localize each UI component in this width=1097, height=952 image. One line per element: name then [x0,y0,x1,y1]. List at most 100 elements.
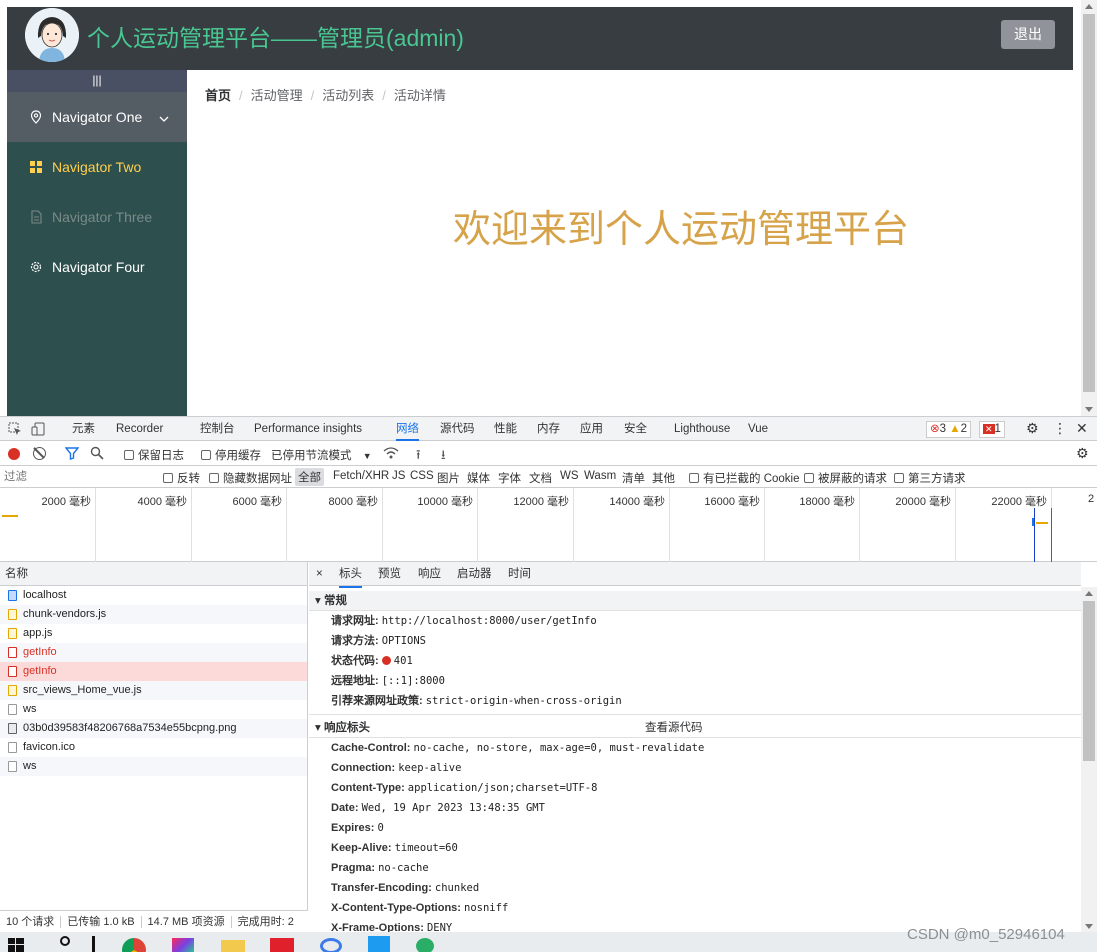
issues-badge[interactable]: ✕ 1 [979,421,1005,438]
task-view-icon[interactable] [92,936,95,952]
disable-cache-checkbox[interactable]: 停用缓存 [201,447,261,463]
type-filter-css[interactable]: CSS [410,470,434,482]
blocked-requests-checkbox[interactable]: 被屏蔽的请求 [804,470,887,486]
intellij-icon[interactable] [172,938,194,952]
tab-performance-insights[interactable]: Performance insights [254,417,362,441]
type-filter-fetch-xhr[interactable]: Fetch/XHR [333,470,389,482]
search-icon[interactable] [60,936,70,946]
preserve-log-checkbox[interactable]: 保留日志 [124,447,184,463]
request-row[interactable]: favicon.ico [0,738,307,757]
tab-vue[interactable]: Vue [748,417,768,441]
tab-network[interactable]: 网络 [396,417,419,441]
type-filter-images[interactable]: 图片 [437,470,460,486]
request-row[interactable]: ws [0,700,307,719]
view-source-link[interactable]: 查看源代码 [645,718,703,738]
request-row[interactable]: ws [0,757,307,776]
type-filter-doc[interactable]: 文档 [529,470,552,486]
scrollbar-thumb[interactable] [1083,14,1095,392]
tab-console[interactable]: 控制台 [200,417,235,441]
scroll-up-icon[interactable] [1085,4,1093,9]
type-filter-manifest[interactable]: 清单 [622,470,645,486]
tab-timing[interactable]: 时间 [508,562,531,586]
request-row[interactable]: getInfo [0,643,307,662]
tab-initiator[interactable]: 启动器 [457,562,492,586]
export-har-icon[interactable]: ⭳ [441,446,446,468]
scroll-down-icon[interactable] [1085,924,1093,929]
tab-lighthouse[interactable]: Lighthouse [674,417,730,441]
close-icon[interactable]: ✕ [1076,420,1088,437]
breadcrumb: 首页 / 活动管理 / 活动列表 / 活动详情 [205,85,446,104]
clear-icon[interactable] [33,447,46,460]
chrome-icon[interactable] [122,938,146,952]
type-filter-media[interactable]: 媒体 [467,470,490,486]
filter-icon[interactable] [64,446,80,463]
inspect-element-icon[interactable] [8,422,22,439]
tab-memory[interactable]: 内存 [537,417,560,441]
browser-icon[interactable] [320,938,342,952]
more-options-icon[interactable]: ⋮ [1053,420,1067,437]
welcome-heading: 欢迎来到个人运动管理平台 [453,209,910,251]
import-har-icon[interactable]: ⭱ [416,446,421,468]
invert-checkbox[interactable]: 反转 [163,470,200,486]
blocked-cookies-checkbox[interactable]: 有已拦截的 Cookie [689,470,800,486]
search-icon[interactable] [90,446,104,463]
type-filter-other[interactable]: 其他 [652,470,675,486]
timeline-tick: 6000 毫秒 [192,488,287,562]
network-overview-timeline[interactable]: 2000 毫秒 4000 毫秒 6000 毫秒 8000 毫秒 10000 毫秒… [0,488,1097,562]
tab-preview[interactable]: 预览 [378,562,401,586]
sidebar-collapse-toggle[interactable]: ||| [7,70,187,92]
error-warning-badge[interactable]: ⊗3 ▲2 [926,421,972,438]
tab-application[interactable]: 应用 [580,417,603,441]
app-icon[interactable] [270,938,294,952]
scroll-down-icon[interactable] [1085,407,1093,412]
windows-start-icon[interactable] [8,938,24,952]
request-row[interactable]: 03b0d39583f48206768a7534e55bcpng.png [0,719,307,738]
request-row[interactable]: src_views_Home_vue.js [0,681,307,700]
sidebar-item-navigator-one[interactable]: Navigator One [7,92,187,142]
detail-scrollbar[interactable] [1081,587,1097,933]
name-column-header[interactable]: 名称 [0,562,307,586]
type-filter-js[interactable]: JS [392,470,405,482]
type-filter-all[interactable]: 全部 [295,468,324,486]
tab-response[interactable]: 响应 [418,562,441,586]
tab-headers[interactable]: 标头 [339,562,362,588]
breadcrumb-item[interactable]: 首页 [205,88,231,103]
third-party-checkbox[interactable]: 第三方请求 [894,470,966,486]
sidebar-item-navigator-four[interactable]: Navigator Four [7,242,187,292]
hide-data-urls-checkbox[interactable]: 隐藏数据网址 [209,470,292,486]
tab-security[interactable]: 安全 [624,417,647,441]
network-settings-gear-icon[interactable]: ⚙ [1076,445,1089,462]
close-detail-icon[interactable]: × [316,562,323,586]
type-filter-wasm[interactable]: Wasm [584,470,616,482]
tab-performance[interactable]: 性能 [494,417,517,441]
page-scrollbar[interactable] [1081,0,1097,416]
request-row[interactable]: chunk-vendors.js [0,605,307,624]
filter-input[interactable] [4,468,150,485]
response-headers-section-header[interactable]: ▾ 响应标头 查看源代码 [309,718,1081,738]
type-filter-font[interactable]: 字体 [498,470,521,486]
error-file-icon [8,647,17,658]
throttle-select[interactable]: 已停用节流模式 ▼ [271,447,372,463]
device-toolbar-icon[interactable] [31,422,45,439]
timeline-tick: 22000 毫秒 [956,488,1052,562]
tab-recorder[interactable]: Recorder [116,417,163,441]
breadcrumb-separator: / [310,88,315,103]
webstorm-icon[interactable] [368,936,390,952]
request-row[interactable]: app.js [0,624,307,643]
logout-button[interactable]: 退出 [1001,20,1055,49]
network-conditions-icon[interactable] [383,446,399,463]
tab-elements[interactable]: 元素 [72,417,95,441]
scroll-up-icon[interactable] [1085,591,1093,596]
request-row[interactable]: localhost [0,586,307,605]
gear-icon[interactable]: ⚙ [1026,420,1039,437]
type-filter-ws[interactable]: WS [560,470,579,482]
location-icon [29,110,43,124]
scrollbar-thumb[interactable] [1083,601,1095,761]
general-section-header[interactable]: ▾ 常规 [309,591,1081,611]
request-row-selected[interactable]: getInfo [0,662,307,681]
file-explorer-icon[interactable] [221,940,245,952]
sidebar-item-navigator-two[interactable]: Navigator Two [7,142,187,192]
tab-sources[interactable]: 源代码 [440,417,475,441]
wechat-icon[interactable] [416,938,434,952]
record-icon[interactable] [8,448,20,460]
